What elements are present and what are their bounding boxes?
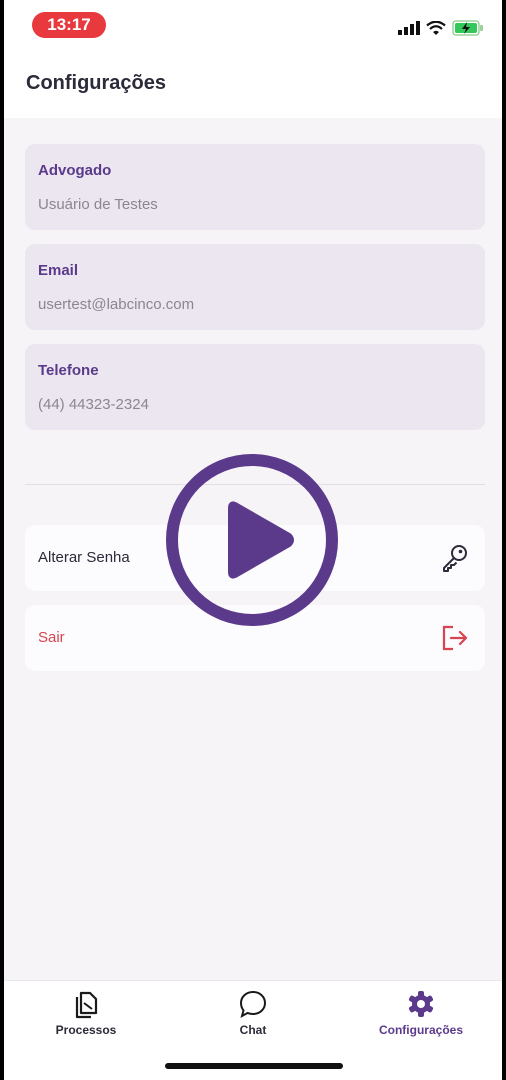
tab-processos[interactable]: Processos [21, 989, 151, 1037]
gear-icon [408, 991, 434, 1017]
advogado-field: Advogado Usuário de Testes [25, 144, 485, 230]
field-value: Usuário de Testes [38, 196, 158, 213]
logout-label: Sair [38, 629, 65, 646]
status-icons [398, 20, 484, 36]
tab-label: Processos [55, 1023, 117, 1037]
change-password-label: Alterar Senha [38, 549, 130, 566]
battery-charging-icon [452, 20, 483, 36]
cellular-signal-icon [398, 21, 420, 35]
wifi-icon [426, 20, 446, 35]
tab-label: Chat [239, 1023, 267, 1037]
tab-configuracoes[interactable]: Configurações [356, 989, 486, 1037]
logout-icon [442, 625, 468, 651]
field-value: (44) 44323-2324 [38, 396, 149, 413]
page-title: Configurações [26, 72, 167, 94]
telefone-field: Telefone (44) 44323-2324 [25, 344, 485, 430]
play-video-icon[interactable] [165, 453, 339, 627]
home-indicator [165, 1063, 343, 1069]
tab-label: Configurações [378, 1023, 463, 1037]
email-field: Email usertest@labcinco.com [25, 244, 485, 330]
app-screen: 13:17 Configurações Advogado Usuário de … [4, 0, 502, 1080]
field-label: Email [38, 262, 79, 279]
tab-chat[interactable]: Chat [188, 989, 318, 1037]
status-time: 13:17 [32, 12, 106, 38]
page-header: Configurações [4, 60, 502, 118]
status-bar: 13:17 [4, 0, 502, 60]
field-value: usertest@labcinco.com [38, 296, 195, 313]
field-label: Telefone [38, 362, 99, 379]
field-label: Advogado [38, 162, 112, 179]
key-icon [443, 545, 467, 572]
chat-bubble-icon [239, 990, 267, 1019]
documents-icon [75, 991, 98, 1019]
